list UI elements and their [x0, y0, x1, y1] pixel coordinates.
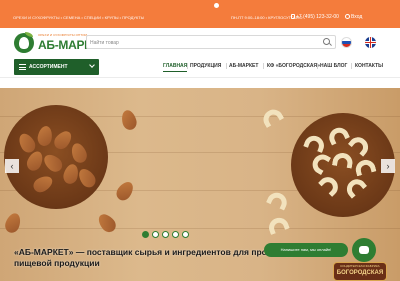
english-flag-icon[interactable]	[365, 37, 376, 48]
nav-item-ab-market[interactable]: АБ-МАРКЕТ	[229, 63, 258, 69]
slider-next-button[interactable]: ›	[381, 159, 395, 173]
slider-dot[interactable]	[172, 231, 179, 238]
nav-item-bogorodskaya[interactable]: КФ «БОГОРОДСКАЯ»	[267, 63, 320, 69]
cashew-image	[265, 189, 291, 211]
nav-divider	[226, 63, 227, 69]
cashew-image	[259, 105, 285, 129]
search-icon[interactable]	[323, 38, 330, 45]
slider-dot[interactable]	[152, 231, 159, 238]
badge-title: БОГОРОДСКАЯ	[336, 270, 384, 276]
slider-dot[interactable]	[142, 231, 149, 238]
nav-item-home[interactable]: ГЛАВНАЯ	[163, 63, 188, 72]
nav-item-blog[interactable]: НАШ БЛОГ	[320, 63, 347, 69]
cashew-image	[266, 215, 290, 235]
search-box	[86, 35, 336, 49]
nav-divider	[187, 63, 188, 69]
chevron-down-icon	[89, 62, 95, 68]
slider-dot[interactable]	[182, 231, 189, 238]
russian-flag-icon[interactable]	[341, 37, 352, 48]
nav-divider	[351, 63, 352, 69]
logo-subtitle: ОРЕХИ И СУХОФРУКТЫ ОПТОМ	[38, 33, 88, 37]
menu-icon	[19, 64, 26, 70]
almond-image	[3, 211, 23, 235]
bogorodskaya-badge[interactable]: КОНДИТЕРСКАЯ ФАБРИКА БОГОРОДСКАЯ	[333, 262, 387, 281]
wood-plank-line	[0, 228, 400, 229]
almond-image	[119, 108, 139, 132]
phone-link[interactable]: +7 (495) 123-32-00	[296, 14, 339, 20]
nav-divider	[317, 63, 318, 69]
login-link[interactable]: Вход	[351, 14, 362, 20]
nav-divider	[263, 63, 264, 69]
top-bar: ОРЕХИ И СУХОФРУКТЫ • СЕМЕНА • СПЕЦИИ • К…	[0, 0, 400, 28]
slider-dot[interactable]	[162, 231, 169, 238]
logo[interactable]: ОРЕХИ И СУХОФРУКТЫ ОПТОМ АБ-МАРКЕТ	[14, 32, 106, 56]
top-tagline: ОРЕХИ И СУХОФРУКТЫ • СЕМЕНА • СПЕЦИИ • К…	[13, 15, 145, 20]
chat-prompt[interactable]: Напишите нам, мы онлайн!	[264, 243, 348, 257]
slider-prev-button[interactable]: ‹	[5, 159, 19, 173]
nav-item-contacts[interactable]: КОНТАКТЫ	[355, 63, 383, 69]
search-input[interactable]	[90, 37, 315, 48]
assortment-button[interactable]: АССОРТИМЕНТ	[14, 59, 99, 75]
notification-dot	[214, 3, 219, 8]
almond-image	[113, 178, 137, 204]
chat-icon[interactable]	[352, 238, 376, 262]
user-icon	[345, 14, 350, 19]
slider-pagination	[142, 231, 218, 239]
assortment-label: АССОРТИМЕНТ	[29, 64, 68, 70]
almond-image	[95, 210, 119, 236]
phone-icon	[291, 14, 295, 19]
nav-item-products[interactable]: ПРОДУКЦИЯ	[190, 63, 221, 69]
